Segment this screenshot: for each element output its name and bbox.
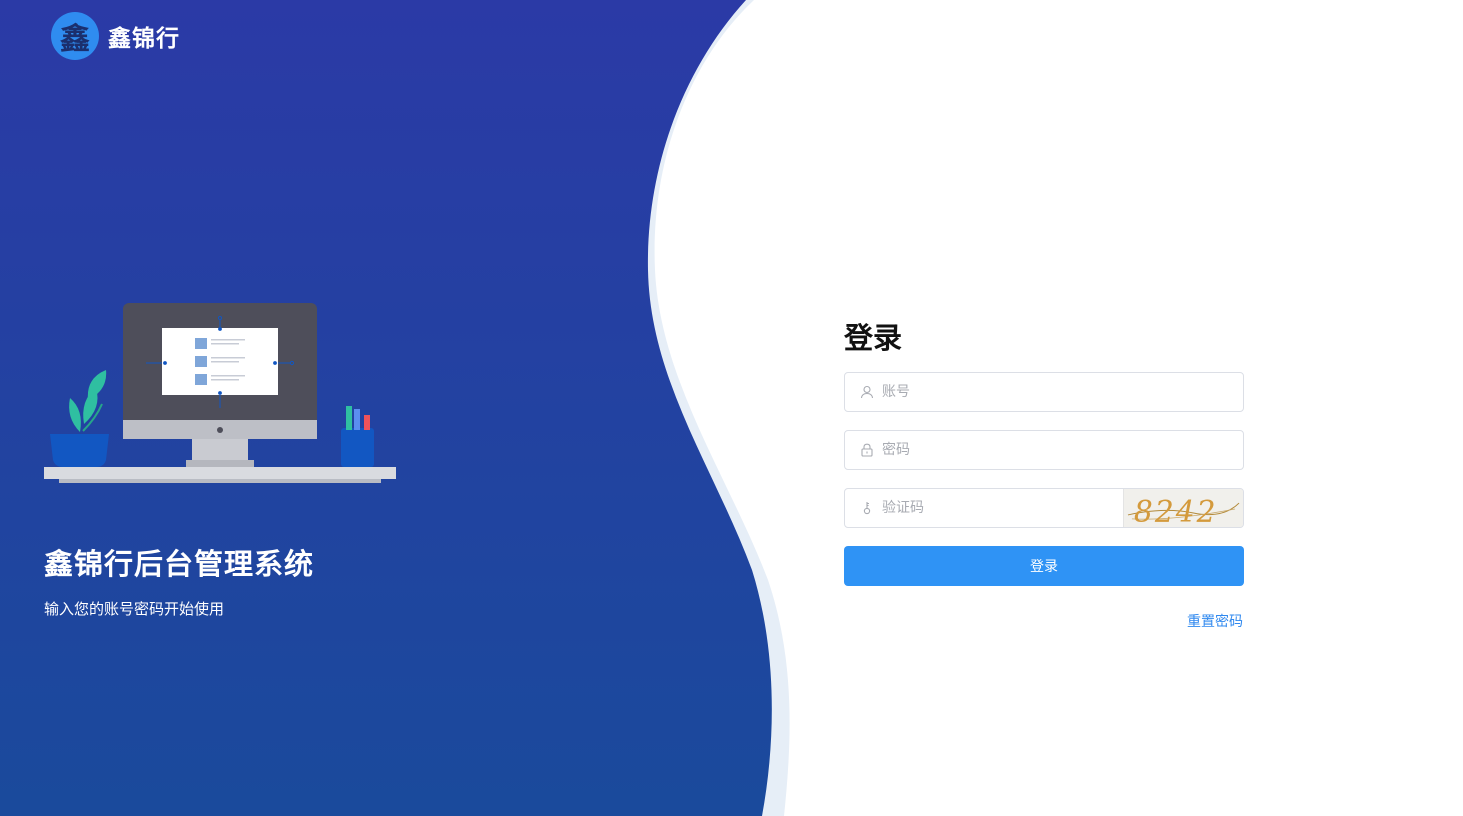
captcha-image[interactable]: 8242 xyxy=(1123,489,1243,527)
system-subtitle: 输入您的账号密码开始使用 xyxy=(44,600,225,618)
plant-leaves xyxy=(69,370,107,432)
pen-green xyxy=(346,406,352,430)
desk-edge xyxy=(59,479,381,483)
monitor-button xyxy=(217,427,223,433)
captcha-field[interactable]: 8242 xyxy=(844,488,1244,528)
login-title: 登录 xyxy=(844,321,903,355)
plant-pot xyxy=(50,434,109,467)
captcha-text: 8242 xyxy=(1134,495,1218,527)
pen-blue xyxy=(354,409,360,430)
username-input[interactable] xyxy=(882,373,1202,411)
user-icon xyxy=(860,385,874,399)
reset-password-link[interactable]: 重置密码 xyxy=(1187,611,1243,631)
lock-icon xyxy=(861,443,873,457)
captcha-input[interactable] xyxy=(882,489,1102,527)
monitor-neck xyxy=(192,439,248,461)
desk-top xyxy=(44,467,396,479)
brand-name: 鑫锦行 xyxy=(108,26,180,52)
username-field[interactable] xyxy=(844,372,1244,412)
monitor-base xyxy=(186,460,254,467)
password-field[interactable] xyxy=(844,430,1244,470)
pen-red xyxy=(364,415,370,430)
system-title: 鑫锦行后台管理系统 xyxy=(44,547,315,581)
key-icon xyxy=(863,502,871,515)
login-button[interactable]: 登录 xyxy=(844,546,1244,586)
desk-computer-illustration xyxy=(44,303,396,483)
brand: 鑫 鑫锦行 xyxy=(51,12,180,60)
brand-logo: 鑫 xyxy=(51,12,99,60)
password-input[interactable] xyxy=(882,431,1202,469)
login-form: 登录 8242 登录 重置密码 xyxy=(844,318,1244,630)
pen-cup xyxy=(341,428,374,467)
